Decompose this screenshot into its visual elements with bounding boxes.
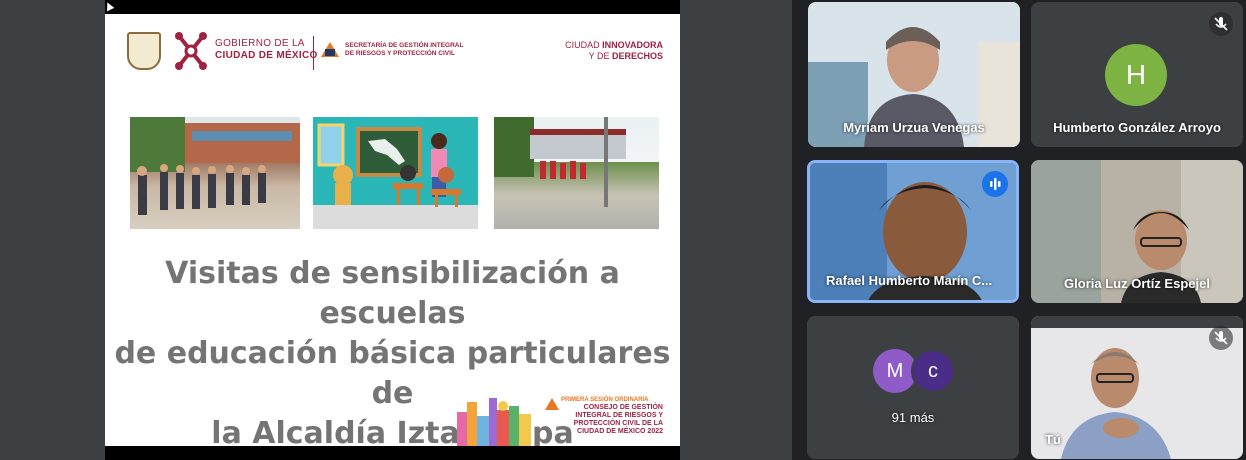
session-footer-text: PRIMERA SESIÓN ORDINARIA CONSEJO DE GEST… (561, 396, 663, 436)
logo-divider (313, 36, 314, 70)
sgir-line-2: DE RIESGOS Y PROTECCIÓN CIVIL (345, 50, 455, 57)
city-buildings-graphic (457, 398, 531, 446)
mic-off-icon (1209, 326, 1233, 350)
participant-tile-myriam[interactable]: Myriam Urzua Venegas (808, 2, 1020, 147)
title-line-1: Visitas de sensibilización a escuelas (165, 256, 620, 331)
sgirpc-logo-inner (325, 49, 335, 56)
gobierno-cdmx-text: GOBIERNO DE LA CIUDAD DE MÉXICO (215, 38, 318, 62)
footer-line-4: PROTECCIÓN CIVIL DE LA (573, 420, 663, 427)
coat-of-arms-logo (127, 32, 161, 70)
self-view-tile[interactable]: Tú (1031, 316, 1243, 459)
sgirpc-text: SECRETARÍA DE GESTIÓN INTEGRAL DE RIESGO… (345, 42, 463, 58)
ciudad-2a: Y DE (588, 51, 612, 61)
footer-line-1: PRIMERA SESIÓN ORDINARIA (561, 397, 649, 403)
ciudad-1b: INNOVADORA (602, 40, 663, 50)
mic-off-icon (1209, 12, 1233, 36)
ciudad-2b: DERECHOS (611, 51, 663, 61)
more-participants-count: 91 más (891, 410, 935, 425)
participant-tile-gloria[interactable]: Gloria Luz Ortíz Espejel (1031, 160, 1243, 303)
cdmx-logo (175, 32, 207, 70)
ciudad-1a: CIUDAD (565, 40, 603, 50)
ciudad-innovadora-text: CIUDAD INNOVADORA Y DE DERECHOS (553, 40, 663, 62)
participant-name: Gloria Luz Ortíz Espejel (1064, 276, 1210, 291)
speaking-indicator-icon (982, 171, 1008, 197)
avatar: H (1105, 44, 1167, 106)
footer-sgirpc-logo (545, 398, 559, 410)
participant-name: Rafael Humberto Marín C... (826, 273, 993, 288)
avatar: c (911, 349, 955, 393)
footer-line-3: INTEGRAL DE RIESGOS Y (575, 412, 663, 419)
shared-slide: GOBIERNO DE LA CIUDAD DE MÉXICO SECRETAR… (105, 14, 680, 446)
classroom-illustration (313, 117, 478, 229)
gob-line-1: GOBIERNO DE LA (215, 38, 305, 49)
participant-name: Myriam Urzua Venegas (843, 120, 985, 135)
participant-tile-rafael[interactable]: Rafael Humberto Marín C... (807, 160, 1019, 303)
participant-name: Tú (1045, 432, 1061, 447)
schoolyard-photo (494, 117, 659, 229)
footer-line-2: CONSEJO DE GESTIÓN (583, 404, 663, 411)
school-visit-photo (130, 117, 300, 229)
footer-line-5: CIUDAD DE MÉXICO 2022 (577, 428, 663, 435)
gob-line-2: CIUDAD DE MÉXICO (215, 50, 318, 61)
participant-name: Humberto González Arroyo (1053, 120, 1221, 135)
more-participants-tile[interactable]: M c 91 más (807, 316, 1019, 459)
participant-tile-humberto[interactable]: H Humberto González Arroyo (1031, 2, 1243, 147)
sgir-line-1: SECRETARÍA DE GESTIÓN INTEGRAL (345, 42, 464, 49)
